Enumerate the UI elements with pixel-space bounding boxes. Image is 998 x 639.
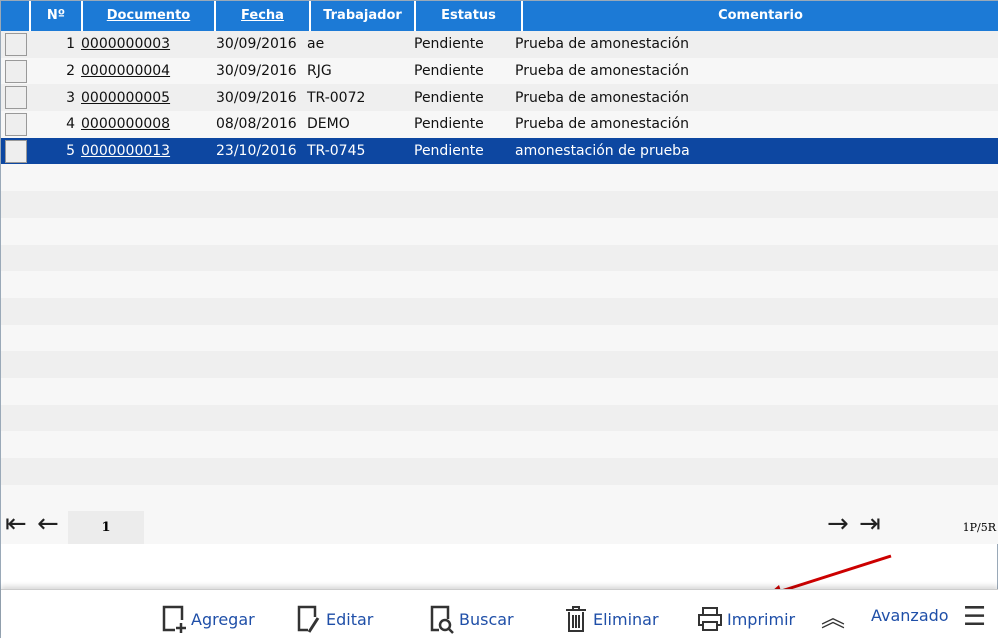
empty-row [1,217,998,245]
col-trabajador: Trabajador [311,1,416,31]
col-fecha[interactable]: Fecha [216,1,311,31]
row-checkbox[interactable] [5,139,27,163]
table-row[interactable]: 2 0000000004 30/09/2016 RJG Pendiente Prueba … [1,57,998,85]
pagination-bar: ⇤ ← 1 → ⇥ 1P/5R [1,509,998,544]
collapse-icon[interactable]: ︽ [821,598,845,633]
grid-header: Nº Documento Fecha Trabajador Estatus Co… [1,1,998,31]
grid-body: 1 0000000003 30/09/2016 ae Pendiente Prueba d… [1,31,998,512]
empty-row [1,404,998,432]
document-link[interactable]: 0000000004 [79,63,212,79]
cell-trabajador: TR-0072 [307,89,366,106]
cell-no: 4 [66,116,75,133]
last-page-icon[interactable]: ⇥ [859,509,881,539]
cell-comentario: Prueba de amonestación [515,36,689,53]
empty-row [1,484,998,512]
empty-row [1,271,998,298]
bottom-toolbar: Agregar Editar Buscar Eliminar Imprimir … [1,589,998,639]
cell-trabajador: TR-0745 [307,143,366,160]
cell-estatus: Pendiente [414,36,484,53]
eliminar-label: Eliminar [593,609,659,629]
cell-fecha: 30/09/2016 [216,63,297,80]
empty-row [1,191,998,218]
empty-row [1,351,998,378]
page-number[interactable]: 1 [68,511,144,544]
select-column-header [1,1,31,31]
document-link[interactable]: 0000000008 [79,116,212,132]
avanzado-button[interactable]: Avanzado [871,606,949,625]
prev-page-icon[interactable]: ← [37,509,59,539]
table-row[interactable]: 1 0000000003 30/09/2016 ae Pendiente Prueba d… [1,31,998,58]
document-link[interactable]: 0000000005 [79,90,212,106]
add-icon [162,605,186,633]
row-checkbox[interactable] [5,112,27,136]
col-estatus: Estatus [416,1,523,31]
imprimir-label: Imprimir [727,609,796,629]
cell-fecha: 23/10/2016 [216,143,297,160]
cell-comentario: Prueba de amonestación [515,63,689,80]
editar-button[interactable]: Editar [296,604,373,634]
page-info: 1P/5R [962,521,996,534]
trash-icon [566,606,586,632]
table-row[interactable]: 3 0000000005 30/09/2016 TR-0072 Pendiente Pru… [1,84,998,112]
cell-comentario: Prueba de amonestación [515,89,689,106]
cell-fecha: 30/09/2016 [216,89,297,106]
empty-row [1,164,998,192]
cell-trabajador: ae [307,36,325,53]
empty-row [1,458,998,485]
cell-no: 5 [66,143,75,160]
imprimir-button[interactable]: Imprimir [697,604,795,634]
edit-icon [297,605,320,633]
menu-icon[interactable]: ☰ [963,602,986,632]
table-row[interactable]: 4 0000000008 08/08/2016 DEMO Pendiente Prueba… [1,111,998,138]
empty-row [1,431,998,458]
buscar-label: Buscar [459,609,514,629]
cell-comentario: amonestación de prueba [515,143,690,160]
cell-trabajador: DEMO [307,116,350,133]
document-link[interactable]: 0000000013 [79,143,212,159]
row-checkbox[interactable] [5,59,27,83]
first-page-icon[interactable]: ⇤ [5,509,27,539]
cell-comentario: Prueba de amonestación [515,116,689,133]
agregar-button[interactable]: Agregar [161,604,255,634]
empty-row [1,377,998,405]
table-row-selected[interactable]: 5 0000000013 23/10/2016 TR-0745 Pendiente amo… [1,137,998,165]
row-checkbox[interactable] [5,32,27,56]
cell-no: 2 [66,63,75,80]
empty-row [1,324,998,352]
agregar-label: Agregar [191,609,255,629]
cell-estatus: Pendiente [414,116,484,133]
document-link[interactable]: 0000000003 [79,36,212,52]
buscar-button[interactable]: Buscar [429,604,514,634]
editar-label: Editar [326,609,374,629]
cell-estatus: Pendiente [414,63,484,80]
col-comentario: Comentario [718,8,803,23]
cell-fecha: 30/09/2016 [216,36,297,53]
cell-estatus: Pendiente [414,89,484,106]
row-checkbox[interactable] [5,86,27,110]
next-page-icon[interactable]: → [827,509,849,539]
col-documento[interactable]: Documento [83,1,216,31]
search-icon [430,605,454,634]
printer-icon [698,607,722,631]
cell-no: 1 [66,36,75,53]
empty-row [1,297,998,325]
empty-row [1,244,998,272]
cell-no: 3 [66,89,75,106]
col-no: Nº [31,1,83,31]
cell-estatus: Pendiente [414,143,484,160]
avanzado-label: Avanzado [871,606,949,625]
cell-fecha: 08/08/2016 [216,116,297,133]
cell-trabajador: RJG [307,63,332,80]
eliminar-button[interactable]: Eliminar [563,604,659,634]
